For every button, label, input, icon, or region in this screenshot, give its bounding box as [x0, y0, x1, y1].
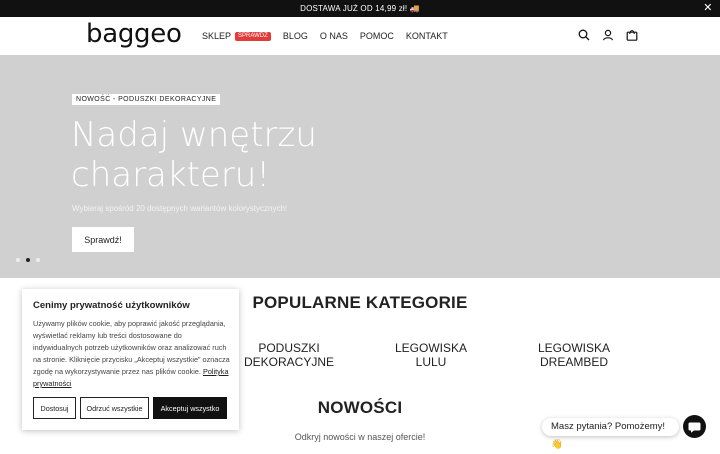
- accept-all-button[interactable]: Akceptuj wszystko: [153, 397, 227, 419]
- cookie-text-body: Używamy plików cookie, aby poprawić jako…: [33, 319, 230, 376]
- slider-dot-active[interactable]: [26, 258, 30, 262]
- header-icons: [578, 29, 638, 41]
- nav-badge: SPRAWDŹ: [235, 31, 271, 41]
- search-icon[interactable]: [578, 29, 590, 41]
- hero-cta-button[interactable]: Sprawdź!: [72, 227, 134, 252]
- hero-title: Nadaj wnętrzu charakteru!: [71, 115, 317, 195]
- slider-dot[interactable]: [36, 258, 40, 262]
- announcement-text: DOSTAWA JUŻ OD 14,99 zł! 🚚: [300, 4, 420, 13]
- user-icon[interactable]: [602, 29, 614, 41]
- nav-item-contact[interactable]: KONTAKT: [406, 31, 448, 41]
- customize-button[interactable]: Dostosuj: [33, 397, 76, 419]
- nav-item-shop[interactable]: SKLEP SPRAWDŹ: [202, 31, 271, 41]
- nav-item-label: SKLEP: [202, 31, 232, 41]
- nav-item-about[interactable]: O NAS: [320, 31, 348, 41]
- cart-icon[interactable]: [626, 29, 638, 41]
- main-nav: SKLEP SPRAWDŹ BLOG O NAS POMOC KONTAKT: [202, 31, 460, 41]
- slider-dots: [16, 258, 40, 262]
- reject-all-button[interactable]: Odrzuć wszystkie: [80, 397, 149, 419]
- close-icon[interactable]: ✕: [702, 2, 714, 14]
- cookie-text: Używamy plików cookie, aby poprawić jako…: [33, 318, 233, 390]
- cookie-banner: Cenimy prywatność użytkowników Używamy p…: [22, 289, 239, 430]
- category-item[interactable]: PODUSZKI DEKORACYJNE: [244, 341, 334, 369]
- chat-prompt[interactable]: Masz pytania? Pomożemy! 👋: [542, 418, 679, 450]
- logo[interactable]: baggeo: [86, 19, 182, 49]
- hero-banner: NOWOŚĆ - PODUSZKI DEKORACYJNE Nadaj wnęt…: [0, 55, 720, 278]
- announcement-bar: DOSTAWA JUŻ OD 14,99 zł! 🚚 ✕: [0, 0, 720, 17]
- chat-icon: [688, 422, 701, 433]
- cookie-title: Cenimy prywatność użytkowników: [33, 300, 190, 311]
- category-item[interactable]: LEGOWISKA DREAMBED: [505, 341, 643, 369]
- nav-item-blog[interactable]: BLOG: [283, 31, 308, 41]
- slider-dot[interactable]: [16, 258, 20, 262]
- site-header: baggeo SKLEP SPRAWDŹ BLOG O NAS POMOC KO…: [0, 17, 720, 55]
- hero-subtitle: Wybieraj spośród 20 dostępnych wariantów…: [72, 204, 288, 213]
- category-item[interactable]: LEGOWISKA LULU: [380, 341, 482, 369]
- chat-button[interactable]: [683, 415, 706, 438]
- nav-item-help[interactable]: POMOC: [360, 31, 394, 41]
- hero-tag: NOWOŚĆ - PODUSZKI DEKORACYJNE: [72, 94, 221, 105]
